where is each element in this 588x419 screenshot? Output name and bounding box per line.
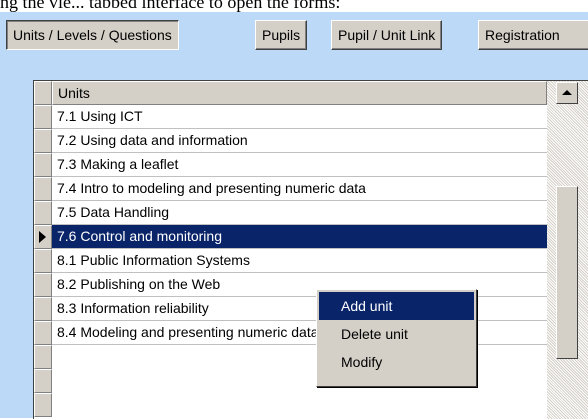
row-selector[interactable] [34, 369, 52, 393]
row-selector[interactable] [34, 321, 52, 345]
row-selector[interactable] [34, 297, 52, 321]
tab-bar: Units / Levels / Questions Pupils Pupil … [0, 12, 588, 60]
document-text-fragment: ng the vie... tabbed interface to open t… [0, 0, 341, 12]
row-selector-current[interactable] [34, 225, 52, 249]
tab-registration[interactable]: Registration [478, 20, 588, 50]
menu-item-modify[interactable]: Modify [319, 348, 474, 376]
table-row[interactable]: 7.1 Using ICT [52, 105, 547, 129]
row-selector[interactable] [34, 273, 52, 297]
header-selector [34, 81, 52, 105]
row-selector[interactable] [34, 177, 52, 201]
menu-item-add-unit[interactable]: Add unit [319, 292, 474, 320]
tab-units-levels-questions[interactable]: Units / Levels / Questions [6, 20, 179, 50]
table-row[interactable]: 7.3 Making a leaflet [52, 153, 547, 177]
vertical-scrollbar[interactable] [547, 81, 588, 419]
row-selector[interactable] [34, 345, 52, 369]
units-grid: Units 7.1 Using ICT 7.2 Using data and i… [33, 80, 588, 419]
table-row[interactable]: 7.5 Data Handling [52, 201, 547, 225]
context-menu: Add unit Delete unit Modify [316, 289, 477, 387]
table-row[interactable]: 8.1 Public Information Systems [52, 249, 547, 273]
column-header-units[interactable]: Units [52, 81, 547, 105]
row-selector[interactable] [34, 201, 52, 225]
row-selector[interactable] [34, 105, 52, 129]
table-row[interactable]: 7.2 Using data and information [52, 129, 547, 153]
scroll-up-button[interactable] [556, 82, 578, 104]
menu-item-delete-unit[interactable]: Delete unit [319, 320, 474, 348]
row-selector[interactable] [34, 129, 52, 153]
row-selector[interactable] [34, 249, 52, 273]
table-row[interactable]: 7.4 Intro to modeling and presenting num… [52, 177, 547, 201]
record-selector-column [34, 81, 52, 419]
current-record-arrow-icon [39, 231, 46, 243]
row-selector[interactable] [34, 393, 52, 417]
row-selector[interactable] [34, 153, 52, 177]
tab-pupil-unit-link[interactable]: Pupil / Unit Link [331, 20, 443, 50]
scroll-up-arrow-icon [562, 90, 572, 95]
scrollbar-thumb[interactable] [556, 186, 578, 359]
table-row-selected[interactable]: 7.6 Control and monitoring [52, 225, 547, 249]
tab-pupils[interactable]: Pupils [255, 20, 308, 50]
